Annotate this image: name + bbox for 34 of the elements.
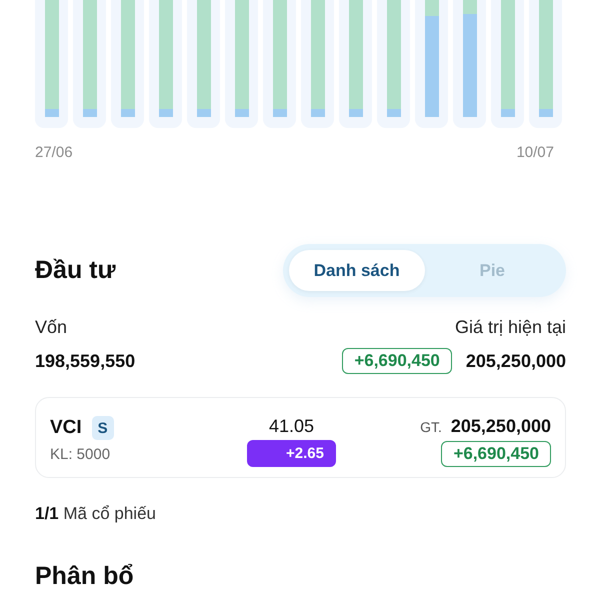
- current-value: 205,250,000: [466, 350, 566, 372]
- section-title: Đầu tư: [35, 256, 116, 285]
- view-tab[interactable]: Danh sách: [289, 250, 424, 291]
- axis-date-label: 27/06: [35, 144, 73, 161]
- price-value: 41.05: [268, 416, 314, 437]
- lower-bar-segment: [386, 109, 400, 117]
- lower-bar-segment: [272, 109, 286, 117]
- lower-bar-segment: [158, 109, 172, 117]
- capital-label: Vốn: [35, 317, 68, 338]
- section-title: Phân bổ: [35, 562, 135, 591]
- lower-bar-segment: [538, 109, 552, 117]
- value-label: GT.: [420, 419, 442, 435]
- lower-bar-segment: [82, 109, 96, 117]
- profit-tag: +6,690,450: [342, 348, 452, 374]
- lower-bar-segment: [234, 109, 248, 117]
- upper-bar-segment: [424, 0, 438, 16]
- holding-value: 205,250,000: [450, 416, 551, 437]
- lower-bar-segment: [120, 109, 134, 117]
- lower-bar-segment: [44, 109, 58, 117]
- price-change-tag: +2.65: [247, 440, 336, 467]
- lower-bar-segment: [196, 109, 210, 117]
- capital-value: 198,559,550: [35, 350, 136, 372]
- holding-card[interactable]: VCI S KL: 5000 41.05 +2.65 GT. 205,250,000 +6,690,450: [35, 397, 566, 478]
- profit-tag: +6,690,450: [441, 441, 551, 467]
- current-value-label: Giá trị hiện tại: [454, 317, 566, 338]
- lower-bar-segment: [500, 109, 514, 117]
- volume-text: KL: 5000: [50, 446, 112, 463]
- lower-bar-segment: [348, 109, 362, 117]
- ticker-symbol: VCI: [50, 417, 82, 439]
- lower-bar-segment: [310, 109, 324, 117]
- axis-date-label: 10/07: [516, 144, 554, 161]
- upper-bar-segment: [462, 0, 476, 14]
- category-tag: S: [92, 416, 114, 440]
- holdings-count-text: 1/1 Mã cổ phiếu: [34, 504, 157, 524]
